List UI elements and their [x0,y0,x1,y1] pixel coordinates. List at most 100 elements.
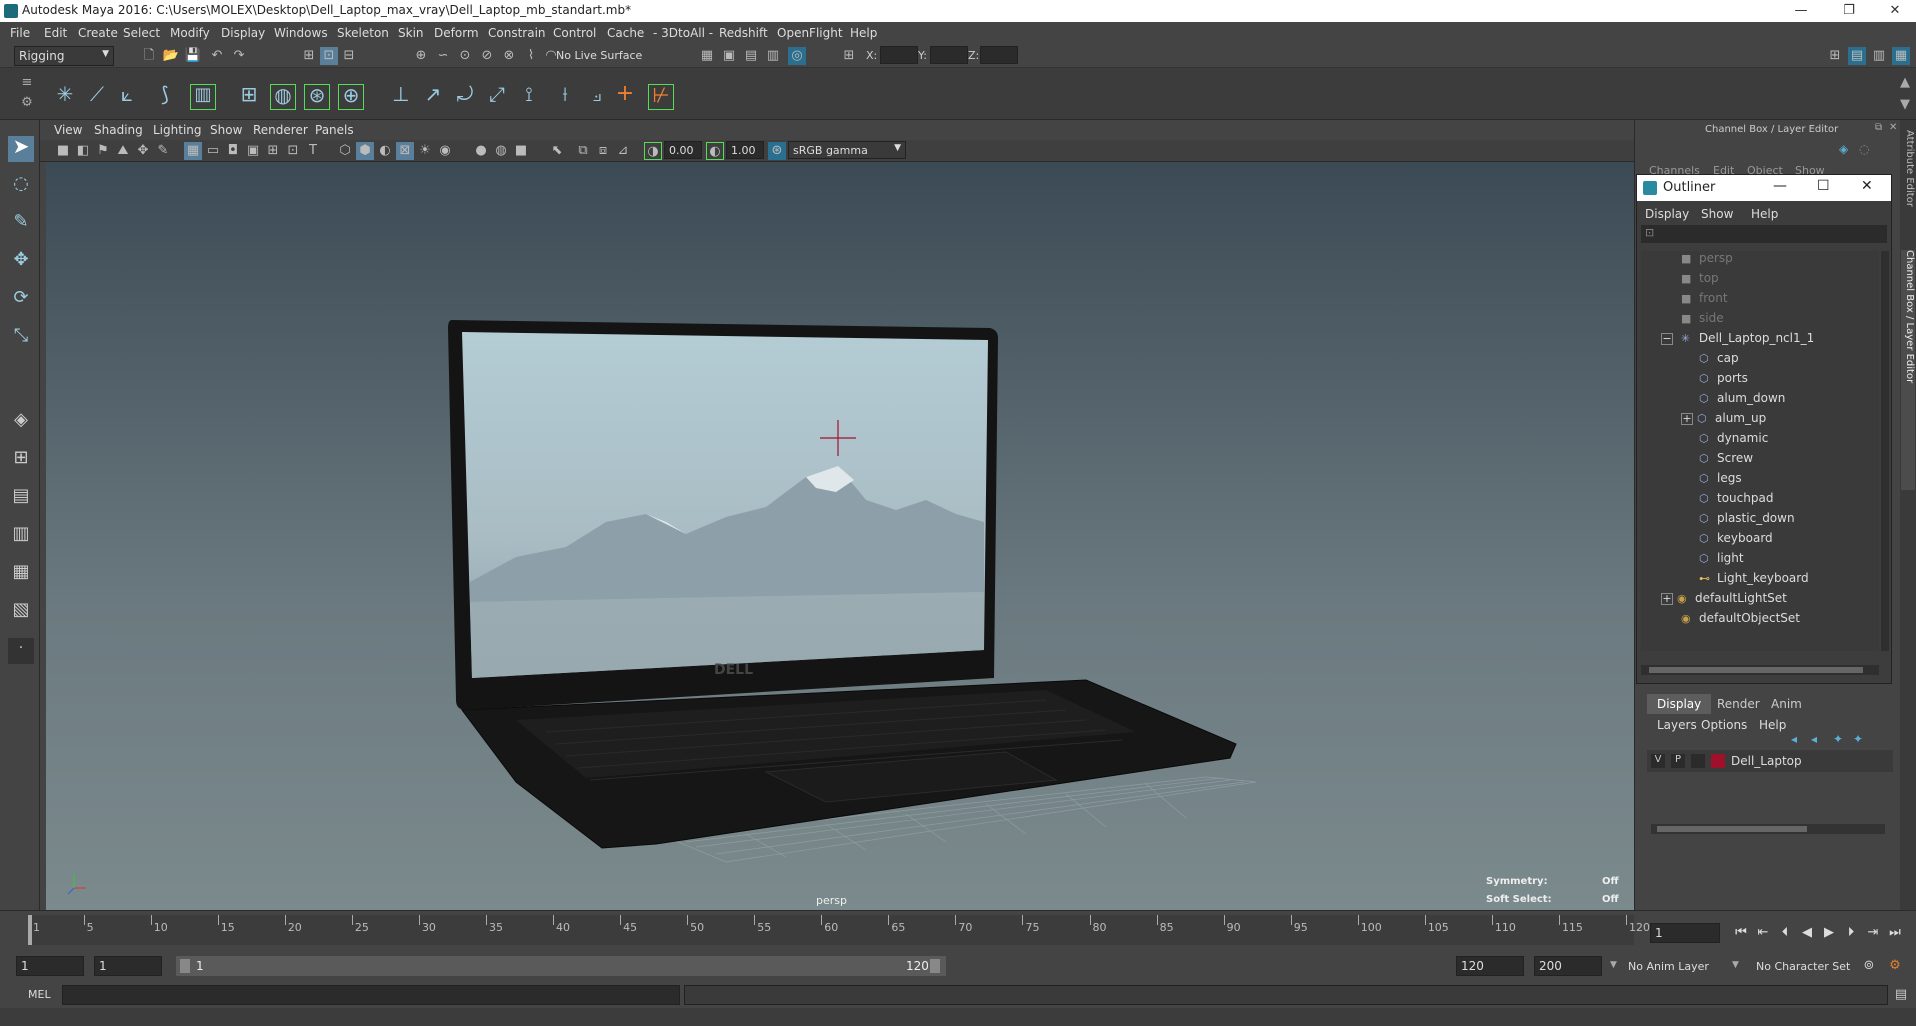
cb-layer-icon[interactable]: ◈ [1839,142,1848,156]
shelf-settings-icon[interactable]: ⚙ [18,94,36,112]
script-layout-icon[interactable]: ▧ [8,600,34,626]
outliner-titlebar[interactable]: Outliner — ☐ ✕ [1637,175,1891,201]
float-panel-icon[interactable]: ⧉ [1875,122,1882,133]
grid-toggle-icon[interactable]: ▦ [184,142,202,160]
field-chart-icon[interactable]: ⊞ [264,142,282,160]
collapse-icon[interactable]: − [1661,333,1673,345]
exposure-icon[interactable]: ◑ [644,142,662,160]
outliner-close-button[interactable]: ✕ [1861,178,1873,194]
select-tool-icon[interactable]: ➤ [8,136,34,162]
tree-item-light-keyboard[interactable]: ⊷ Light_keyboard [1699,571,1809,589]
tree-item-touchpad[interactable]: ⬡ touchpad [1699,491,1773,509]
open-scene-icon[interactable]: 📂 [162,47,180,65]
snap-edge-icon[interactable]: ⌇ [522,47,540,65]
layer-visibility-toggle[interactable]: V [1651,754,1665,768]
playback-start-field[interactable]: 1 [94,956,162,976]
layer-row[interactable]: V P Dell_Laptop [1647,750,1893,772]
motion-blur-icon[interactable]: ◍ [492,142,510,160]
tree-item-cap[interactable]: ⬡ cap [1699,351,1739,369]
locator-icon[interactable]: + [612,83,638,110]
menu-openflight[interactable]: OpenFlight [777,26,843,40]
command-input[interactable] [62,985,680,1005]
new-layer-selected-icon[interactable]: ✦ [1853,732,1863,746]
character-set-dropdown[interactable]: No Character Set [1756,960,1850,973]
render-frame-icon[interactable]: ▣ [720,47,738,65]
live-surface-label[interactable]: No Live Surface [556,49,642,62]
menu-constrain[interactable]: Constrain [488,26,546,40]
panel-menu-shading[interactable]: Shading [94,123,143,137]
animation-preferences-icon[interactable]: ⚙ [1886,957,1904,975]
tree-item-plastic-down[interactable]: ⬡ plastic_down [1699,511,1795,529]
tree-item-alum-up[interactable]: + ⬡ alum_up [1681,411,1766,429]
xray-components-icon[interactable]: ⊿ [614,142,632,160]
menu-edit[interactable]: Edit [44,26,67,40]
gamma-icon[interactable]: ◐ [706,142,724,160]
mel-label[interactable]: MEL [28,988,51,1001]
bookmark-icon[interactable]: ⚑ [94,142,112,160]
snap-point-icon[interactable]: ⊙ [456,47,474,65]
move-layer-down-icon[interactable]: ◂ [1811,732,1817,746]
script-editor-icon[interactable]: ▤ [1892,986,1910,1004]
outliner-minimize-button[interactable]: — [1773,178,1787,194]
animation-end-field[interactable]: 200 [1534,956,1602,976]
move-tool-icon[interactable]: ✥ [8,250,34,276]
chevron-down-icon[interactable]: ▼ [1610,960,1617,970]
cluster-icon[interactable]: ⊞ [236,84,262,110]
parent-constraint-icon[interactable]: ⊥ [388,84,414,110]
tree-item-root[interactable]: − ✳ Dell_Laptop_ncl1_1 [1661,331,1814,349]
screen-space-ao-icon[interactable]: ● [472,142,490,160]
shadows-icon[interactable]: ◉ [436,142,454,160]
tree-item-light[interactable]: ⬡ light [1699,551,1744,569]
lattice-icon[interactable]: ◍ [270,84,296,110]
tree-item-dynamic[interactable]: ⬡ dynamic [1699,431,1768,449]
camera-attributes-icon[interactable]: ◧ [74,142,92,160]
shelf-tabs-icon[interactable]: ≡ [18,74,36,92]
close-button[interactable]: ✕ [1880,2,1910,20]
menu-deform[interactable]: Deform [434,26,479,40]
joint-tool-icon[interactable]: ✳ [52,84,78,110]
outliner-search-input[interactable]: ⊡ [1641,225,1887,243]
step-back-frame-icon[interactable]: ⏴ [1776,924,1794,942]
use-all-lights-icon[interactable]: ☀ [416,142,434,160]
tree-item-default-light-set[interactable]: + ◉ defaultLightSet [1661,591,1787,609]
play-backwards-icon[interactable]: ◀ [1798,924,1816,942]
select-component-icon[interactable]: ⊟ [340,47,358,65]
tool-settings-icon[interactable]: ▥ [1870,47,1888,65]
x-field[interactable] [880,46,918,64]
tree-item-legs[interactable]: ⬡ legs [1699,471,1742,489]
smooth-shade-icon[interactable]: ⬢ [356,142,374,160]
modeling-toolkit-icon[interactable]: ⊞ [1826,47,1844,65]
play-forwards-icon[interactable]: ▶ [1820,924,1838,942]
outliner-vscrollbar[interactable] [1881,251,1889,651]
tree-item-top[interactable]: ■ top [1681,271,1719,289]
cb-settings-icon[interactable]: ◌ [1859,142,1869,156]
tree-item-alum-down[interactable]: ⬡ alum_down [1699,391,1785,409]
custom-layout-icon[interactable]: · [8,638,34,664]
handle-icon[interactable]: ⊬ [648,84,674,110]
point-constraint-icon[interactable]: ↗ [420,84,446,110]
expand-icon[interactable]: + [1661,593,1673,605]
default-material-icon[interactable]: ◐ [376,142,394,160]
outliner-menu-show[interactable]: Show [1701,207,1733,221]
transform-mode-icon[interactable]: ⊞ [840,47,858,65]
tab-anim[interactable]: Anim [1761,694,1812,714]
grease-pencil-icon[interactable]: ✎ [154,142,172,160]
ik-handle-icon[interactable]: ⟋ [84,84,110,110]
ik-spline-icon[interactable]: ⟀ [114,84,140,110]
layer-help-menu[interactable]: Help [1759,718,1786,732]
gate-mask-icon[interactable]: ▣ [244,142,262,160]
menu-create[interactable]: Create [78,26,118,40]
wrap-icon[interactable]: ⊛ [304,84,330,110]
shelf-scroll-up-icon[interactable]: ▲ [1896,74,1914,92]
current-time-indicator[interactable] [28,915,32,945]
close-panel-icon[interactable]: ✕ [1889,122,1897,133]
snap-grid-icon[interactable]: ⊕ [412,47,430,65]
menu-windows[interactable]: Windows [274,26,328,40]
menu-help[interactable]: Help [850,26,877,40]
range-start-handle[interactable] [180,959,190,973]
insert-joint-icon[interactable]: ⟆ [152,84,178,110]
safe-title-icon[interactable]: T [304,142,322,160]
wireframe-icon[interactable]: ⬡ [336,142,354,160]
perspective-viewport[interactable]: DELL persp Symmetry: Off Soft Select: Of… [46,162,1634,910]
range-slider[interactable]: 1 120 [176,956,946,976]
